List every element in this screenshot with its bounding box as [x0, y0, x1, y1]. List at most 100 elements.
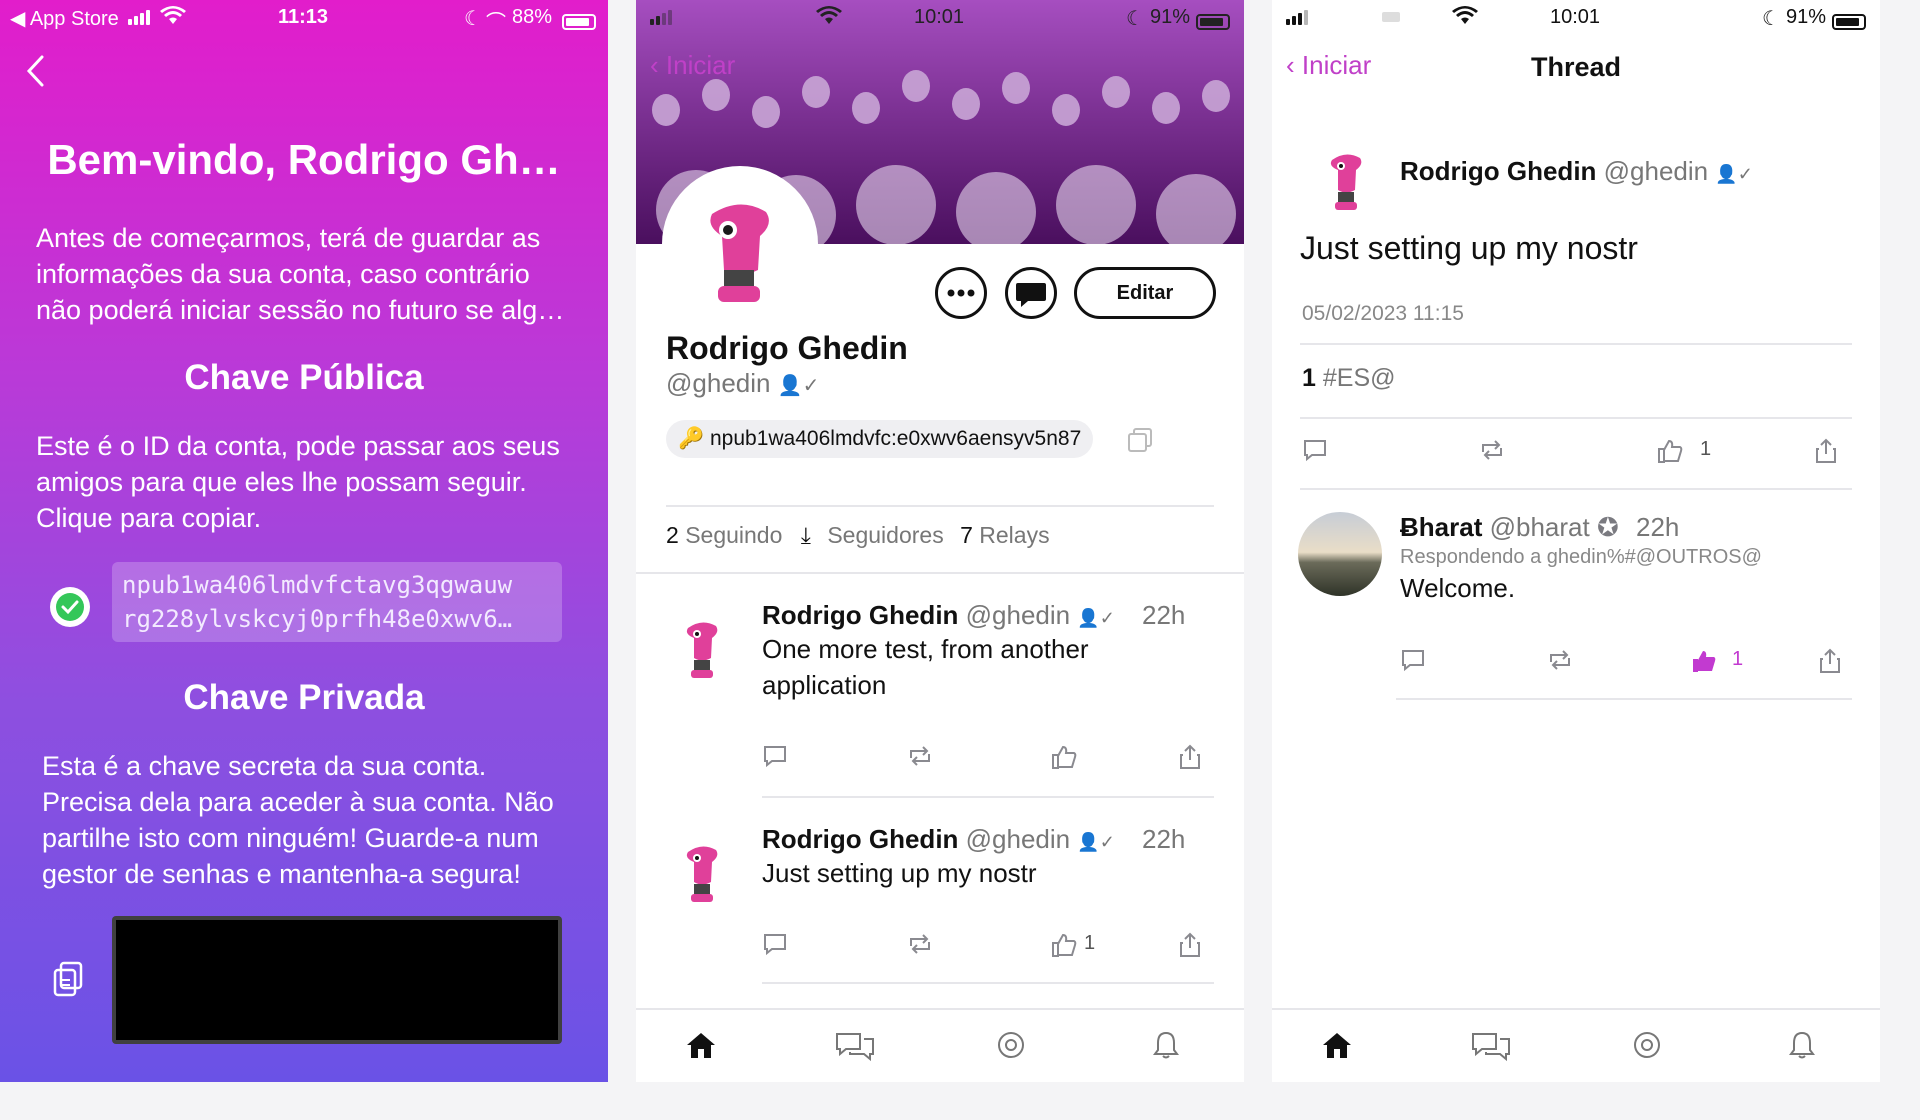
back-chevron-icon: ‹	[650, 50, 659, 80]
like-icon[interactable]	[1050, 932, 1078, 963]
profile-avatar[interactable]	[662, 166, 818, 322]
replying-to[interactable]: Respondendo a ghedin%#@OUTROS@	[1400, 546, 1762, 569]
private-key-description: Esta é a chave secreta da sua conta. Pre…	[42, 751, 554, 889]
home-tab-icon[interactable]	[1320, 1030, 1354, 1065]
download-icon: ⤓	[800, 522, 811, 548]
more-options-button[interactable]	[935, 267, 987, 319]
private-key-field[interactable]	[112, 916, 562, 1044]
battery-percent: 88%	[512, 6, 553, 28]
reply-icon[interactable]	[1302, 438, 1328, 467]
divider	[636, 572, 1244, 574]
verified-user-icon: 👤✓	[777, 375, 820, 397]
divider	[1300, 343, 1852, 345]
like-icon[interactable]	[1656, 438, 1684, 469]
post-time: 22h	[1142, 600, 1186, 630]
post-author-handle: @ghedin	[1603, 156, 1709, 186]
divider	[1396, 698, 1852, 700]
divider	[762, 982, 1214, 984]
messages-tab-icon[interactable]	[834, 1030, 876, 1067]
post-author-name: Rodrigo Ghedin	[1400, 156, 1597, 186]
public-key-description: Este é o ID da conta, pode passar aos se…	[36, 431, 560, 533]
divider	[762, 796, 1214, 798]
reply-icon[interactable]	[762, 744, 788, 773]
npub-pill[interactable]: 🔑 npub1wa406lmdvfc:e0xwv6aensyv5n87	[666, 420, 1094, 458]
battery-percent: 91%	[1786, 6, 1827, 28]
profile-name: Rodrigo Ghedin	[666, 330, 908, 366]
post-author-name: Rodrigo Ghedin	[762, 824, 959, 854]
post-author-row: Rodrigo Ghedin @ghedin 👤✓	[1400, 156, 1753, 187]
reply-author-handle: @bharat	[1489, 512, 1590, 542]
like-count: 1	[1700, 438, 1712, 460]
signal-icon	[128, 8, 152, 31]
relays-link[interactable]: Relays	[979, 522, 1049, 548]
reactions-label: #ES@	[1322, 364, 1396, 392]
profile-screen: 10:01 ☾ 91% ‹ Iniciar Editar Rodrigo Ghe…	[636, 0, 1244, 1082]
notifications-tab-icon[interactable]	[1788, 1030, 1816, 1065]
moon-icon: ☾	[1126, 8, 1144, 30]
post-author-handle: @ghedin	[965, 824, 1071, 854]
share-icon[interactable]	[1814, 438, 1838, 469]
signal-icon	[1286, 8, 1310, 31]
headphones-icon: ⌒	[486, 12, 506, 34]
npub-text: npub1wa406lmdvfc:e0xwv6aensyv5n87	[710, 427, 1082, 450]
copy-icon[interactable]	[1126, 426, 1154, 459]
post-avatar[interactable]	[680, 842, 726, 908]
post-avatar[interactable]	[680, 618, 726, 684]
status-time: 10:01	[1550, 6, 1601, 28]
reply-actions: 1	[1400, 648, 1850, 678]
post-author-row: Rodrigo Ghedin @ghedin 👤✓	[762, 600, 1115, 631]
like-count: 1	[1732, 648, 1744, 670]
back-button[interactable]: ‹ Iniciar	[650, 50, 735, 81]
like-filled-icon[interactable]	[1690, 648, 1718, 679]
repost-icon[interactable]	[906, 744, 934, 773]
followers-link[interactable]: Seguidores	[827, 522, 943, 548]
post-author-row: Rodrigo Ghedin @ghedin 👤✓	[762, 824, 1115, 855]
welcome-title: Bem-vindo, Rodrigo Gh…	[47, 136, 561, 183]
post-actions: 1	[762, 932, 1202, 962]
post-author-row: Ƀharat @bharat ✪ 22h	[1400, 512, 1679, 543]
verified-user-icon: 👤✓	[1077, 832, 1115, 852]
copy-icon[interactable]	[52, 960, 86, 1003]
reply-icon[interactable]	[762, 932, 788, 961]
post-avatar[interactable]	[1324, 150, 1370, 216]
wifi-icon	[160, 6, 186, 32]
share-icon[interactable]	[1818, 648, 1842, 679]
wifi-icon	[816, 6, 842, 32]
tab-bar	[636, 1008, 1244, 1082]
share-icon[interactable]	[1178, 932, 1202, 963]
post-author-name: Rodrigo Ghedin	[762, 600, 959, 630]
reply-author-name: Ƀharat	[1400, 512, 1483, 542]
reply-icon[interactable]	[1400, 648, 1426, 677]
messages-tab-icon[interactable]	[1470, 1030, 1512, 1067]
repost-icon[interactable]	[1546, 648, 1574, 677]
edit-profile-button[interactable]: Editar	[1074, 267, 1216, 319]
reply-time: 22h	[1635, 512, 1680, 542]
repost-icon[interactable]	[1478, 438, 1506, 467]
onboarding-screen: ◀ App Store 11:13 ☾ ⌒ 88% Bem-vindo, Rod…	[0, 0, 608, 1082]
home-tab-icon[interactable]	[684, 1030, 718, 1065]
notifications-tab-icon[interactable]	[1152, 1030, 1180, 1065]
public-key-heading: Chave Pública	[184, 358, 424, 397]
like-icon[interactable]	[1050, 744, 1078, 775]
message-button[interactable]	[1005, 267, 1057, 319]
status-time: 11:13	[278, 6, 329, 28]
public-key-field[interactable]: npub1wa406lmdvfctavg3qgwauw rg228ylvskcy…	[112, 562, 562, 642]
moon-icon: ☾	[464, 8, 482, 30]
post-actions	[762, 744, 1202, 774]
search-tab-icon[interactable]	[1632, 1030, 1662, 1065]
like-count: 1	[1084, 932, 1096, 954]
post-text: One more test, from another application	[762, 634, 1089, 700]
reply-avatar[interactable]	[1298, 512, 1382, 596]
back-chevron-icon[interactable]	[24, 54, 46, 93]
following-link[interactable]: Seguindo	[685, 522, 782, 548]
reactions-row[interactable]: 1 #ES@	[1302, 364, 1396, 393]
status-back-app[interactable]: ◀ App Store	[10, 6, 119, 31]
verified-user-icon: 👤✓	[1715, 164, 1753, 184]
wifi-icon	[1452, 6, 1478, 32]
search-tab-icon[interactable]	[996, 1030, 1026, 1065]
divider	[1300, 488, 1852, 490]
repost-icon[interactable]	[906, 932, 934, 961]
share-icon[interactable]	[1178, 744, 1202, 775]
tab-bar	[1272, 1008, 1880, 1082]
private-key-heading: Chave Privada	[183, 678, 425, 717]
